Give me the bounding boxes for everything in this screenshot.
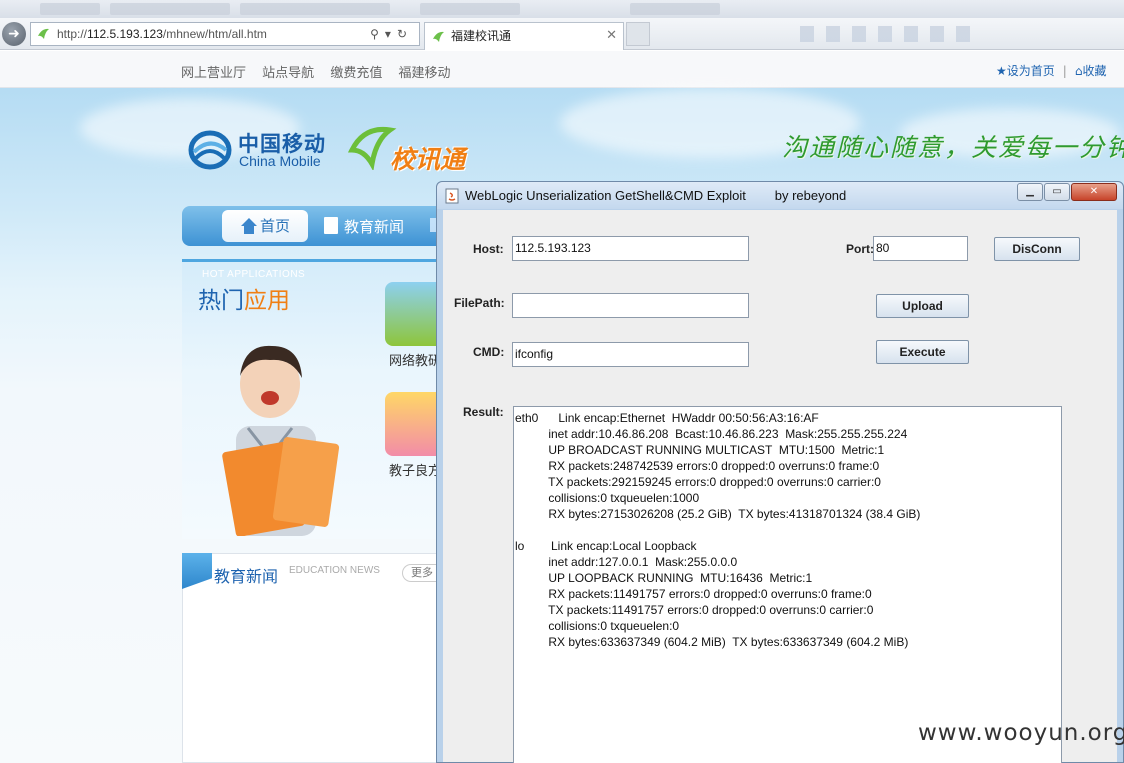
app-tile-parenting-tips[interactable] — [385, 392, 437, 456]
result-line: RX bytes:27153026208 (25.2 GiB) TX bytes… — [515, 507, 921, 521]
brand-english: China Mobile — [239, 153, 321, 169]
result-label: Result: — [463, 405, 504, 419]
china-mobile-logo-icon — [188, 130, 232, 170]
result-line: collisions:0 txqueuelen:1000 — [515, 491, 700, 505]
maximize-button[interactable]: ▭ — [1044, 183, 1070, 201]
product-name: 校讯通 — [390, 145, 466, 174]
link-fujian-mobile[interactable]: 福建移动 — [398, 66, 450, 81]
java-icon — [445, 188, 459, 204]
blurred-toolbar-icons — [800, 26, 980, 42]
host-input[interactable]: 112.5.193.123 — [512, 236, 749, 261]
star-icon: ★ — [996, 64, 1007, 78]
exploit-window-body: Host: 112.5.193.123 Port: 80 DisConn Fil… — [443, 210, 1117, 763]
link-recharge[interactable]: 缴费充值 — [330, 66, 382, 81]
port-label: Port: — [846, 242, 874, 256]
blurred-tab — [110, 3, 230, 15]
app-label-parenting-tips[interactable]: 教子良方 — [389, 460, 437, 479]
cmd-input[interactable]: ifconfig — [512, 342, 749, 367]
slogan: 沟通随心随意，关爱每一分钟 — [782, 133, 1124, 162]
os-top-strip — [0, 0, 1124, 18]
result-line: inet addr:10.46.86.208 Bcast:10.46.86.22… — [515, 427, 908, 441]
app-label-online-research[interactable]: 网络教研 — [389, 350, 437, 369]
news-title-en: EDUCATION NEWS — [289, 565, 380, 576]
result-line: collisions:0 txqueuelen:0 — [515, 619, 680, 633]
hot-apps-title-en: HOT APPLICATIONS — [202, 269, 306, 280]
result-line: TX packets:292159245 errors:0 dropped:0 … — [515, 475, 881, 489]
browser-tab-active[interactable]: 福建校讯通 ✕ — [424, 22, 624, 50]
result-line: UP LOOPBACK RUNNING MTU:16436 Metric:1 — [515, 571, 813, 585]
filepath-input[interactable] — [512, 293, 749, 318]
result-line: eth0 Link encap:Ethernet HWaddr 00:50:56… — [515, 411, 819, 425]
blurred-tab — [40, 3, 100, 15]
upload-button[interactable]: Upload — [876, 294, 969, 318]
site-favicon-icon — [38, 28, 49, 39]
result-line: UP BROADCAST RUNNING MULTICAST MTU:1500 … — [515, 443, 885, 457]
favorites-link[interactable]: 收藏 — [1082, 64, 1106, 78]
hot-apps-title-b: 应用 — [244, 288, 290, 314]
link-separator: | — [1062, 64, 1067, 78]
result-line: TX packets:11491757 errors:0 dropped:0 o… — [515, 603, 874, 617]
disconnect-button[interactable]: DisConn — [994, 237, 1080, 261]
link-online-hall[interactable]: 网上营业厅 — [181, 66, 246, 81]
nav-news-label: 教育新闻 — [344, 218, 405, 236]
result-line — [515, 522, 1061, 538]
site-top-nav: 网上营业厅 站点导航 缴费充值 福建移动 ★设为首页 | ⌂收藏 — [0, 51, 1124, 88]
execute-button[interactable]: Execute — [876, 340, 969, 364]
address-controls[interactable]: ⚲▾↻ — [370, 23, 413, 45]
exploit-window-title: WebLogic Unserialization GetShell&CMD Ex… — [465, 188, 847, 203]
host-label: Host: — [473, 242, 504, 256]
back-icon[interactable]: ➜ — [2, 22, 26, 46]
blurred-tab — [630, 3, 720, 15]
cmd-label: CMD: — [473, 345, 505, 359]
home-icon — [241, 218, 257, 234]
new-tab-button[interactable] — [626, 22, 650, 46]
nav-home-label: 首页 — [260, 217, 291, 235]
result-line: RX bytes:633637349 (604.2 MiB) TX bytes:… — [515, 635, 909, 649]
result-line: RX packets:248742539 errors:0 dropped:0 … — [515, 459, 880, 473]
document-icon — [324, 217, 338, 234]
top-links: 网上营业厅 站点导航 缴费充值 福建移动 — [181, 62, 462, 81]
set-home-link[interactable]: 设为首页 — [1007, 64, 1055, 78]
exploit-window: WebLogic Unserialization GetShell&CMD Ex… — [436, 181, 1124, 763]
child-reading-image — [222, 345, 340, 536]
tab-close-icon[interactable]: ✕ — [606, 23, 617, 49]
blurred-tab — [420, 3, 520, 15]
nav-news-tab[interactable]: 教育新闻 — [324, 216, 404, 237]
news-more-button[interactable]: 更多 — [402, 564, 438, 582]
url-path: /mhnew/htm/all.htm — [162, 27, 267, 41]
news-title: 教育新闻 — [214, 567, 279, 586]
blurred-tab — [240, 3, 390, 15]
filepath-label: FilePath: — [454, 296, 505, 310]
close-button[interactable]: ✕ — [1071, 183, 1117, 201]
url-prefix: http:// — [57, 27, 88, 41]
exploit-window-titlebar[interactable]: WebLogic Unserialization GetShell&CMD Ex… — [437, 182, 1123, 209]
minimize-button[interactable]: ▁ — [1017, 183, 1043, 201]
tab-favicon-icon — [433, 31, 444, 42]
nav-home-tab[interactable]: 首页 — [222, 210, 308, 242]
address-bar[interactable]: http://112.5.193.123/mhnew/htm/all.htm ⚲… — [30, 22, 420, 46]
url-host: 112.5.193.123 — [87, 27, 163, 41]
watermark: www.wooyun.org — [918, 720, 1124, 746]
browser-toolbar: ➜ http://112.5.193.123/mhnew/htm/all.htm… — [0, 18, 1124, 50]
result-line: inet addr:127.0.0.1 Mask:255.0.0.0 — [515, 555, 738, 569]
result-textarea[interactable]: eth0 Link encap:Ethernet HWaddr 00:50:56… — [513, 406, 1062, 763]
link-site-nav[interactable]: 站点导航 — [262, 66, 314, 81]
result-line: RX packets:11491757 errors:0 dropped:0 o… — [515, 587, 872, 601]
hot-apps-title-a: 热门 — [198, 288, 244, 314]
app-tile-online-research[interactable] — [385, 282, 437, 346]
tab-title: 福建校讯通 — [451, 29, 512, 43]
result-line: lo Link encap:Local Loopback — [515, 539, 697, 553]
port-input[interactable]: 80 — [873, 236, 968, 261]
top-right-links: ★设为首页 | ⌂收藏 — [996, 62, 1106, 79]
hot-apps-title: 热门应用 — [198, 281, 290, 315]
